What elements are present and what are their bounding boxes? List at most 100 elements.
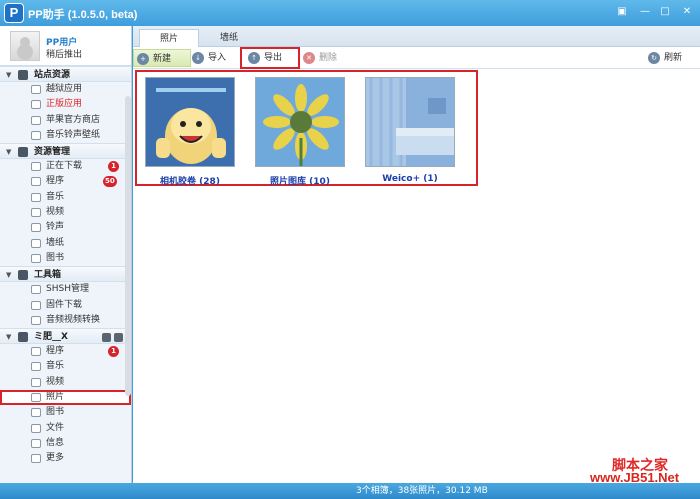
sidebar-item-music-ringtone-wallpaper[interactable]: 音乐铃声壁纸 bbox=[0, 128, 131, 143]
eject-icon[interactable] bbox=[114, 333, 123, 343]
more-icon bbox=[31, 454, 41, 464]
toolbox-icon bbox=[18, 270, 28, 281]
album-label: Weico+ (1) bbox=[382, 174, 438, 184]
tab-photos[interactable]: 照片 bbox=[139, 29, 199, 47]
image-icon bbox=[31, 238, 41, 248]
sidebar-item-music[interactable]: 音乐 bbox=[0, 190, 131, 205]
download-count-badge: 1 bbox=[108, 161, 119, 173]
sunflower-photo-icon bbox=[256, 78, 344, 166]
music-icon bbox=[31, 192, 41, 202]
sidebar-item-wallpapers[interactable]: 墙纸 bbox=[0, 236, 131, 251]
upload-icon bbox=[31, 285, 41, 295]
bell-icon bbox=[31, 223, 41, 233]
album-photo-library[interactable]: 照片图库 (10) bbox=[255, 77, 345, 187]
sidebar-item-av-convert[interactable]: 音频视频转换 bbox=[0, 313, 131, 328]
sidebar-item-video[interactable]: 视频 bbox=[0, 205, 131, 220]
avatar[interactable] bbox=[10, 31, 40, 61]
album-thumbnail[interactable] bbox=[255, 77, 345, 167]
sidebar: PP用户 稍后推出 ▼ 站点资源 越狱应用 正版应用 苹果官方商店 音乐铃声壁纸… bbox=[0, 26, 132, 496]
firmware-icon bbox=[31, 300, 41, 310]
album-thumbnail[interactable] bbox=[365, 77, 455, 167]
sidebar-item-device-messages[interactable]: 信息 bbox=[0, 436, 131, 451]
new-album-button[interactable]: + 新建 bbox=[133, 49, 191, 67]
download-icon bbox=[31, 162, 41, 172]
logout-link[interactable]: 稍后推出 bbox=[46, 47, 82, 60]
convert-icon bbox=[31, 315, 41, 325]
refresh-button[interactable]: ↻ 刷新 bbox=[645, 49, 682, 67]
sidebar-item-jailbreak-apps[interactable]: 越狱应用 bbox=[0, 82, 131, 97]
watermark-url: www.JB51.Net bbox=[590, 470, 680, 485]
delete-icon: ✕ bbox=[303, 52, 315, 64]
sidebar-item-device-photos[interactable]: 照片 bbox=[0, 390, 131, 406]
cartoon-photo-icon bbox=[146, 78, 234, 166]
sidebar-scrollbar[interactable] bbox=[125, 96, 131, 396]
album-camera-roll[interactable]: 相机胶卷 (28) bbox=[145, 77, 235, 187]
sidebar-item-genuine-apps[interactable]: 正版应用 bbox=[0, 97, 131, 112]
device-apps-badge: 1 bbox=[108, 346, 119, 358]
sidebar-item-device-music[interactable]: 音乐 bbox=[0, 359, 131, 374]
sidebar-item-device-more[interactable]: 更多 bbox=[0, 451, 131, 466]
chevron-down-icon: ▼ bbox=[6, 148, 12, 157]
music-icon bbox=[31, 130, 41, 140]
import-button[interactable]: ↓ 导入 bbox=[189, 49, 226, 67]
delete-button[interactable]: ✕ 删除 bbox=[300, 49, 337, 67]
album-thumbnail[interactable] bbox=[145, 77, 235, 167]
sidebar-item-device-files[interactable]: 文件 bbox=[0, 421, 131, 436]
toolbar: + 新建 ↓ 导入 ↑ 导出 ✕ 删除 ↻ 刷新 bbox=[133, 47, 700, 69]
sidebar-item-ringtones[interactable]: 铃声 bbox=[0, 220, 131, 235]
sidebar-item-shsh[interactable]: SHSH管理 bbox=[0, 282, 131, 297]
album-label: 照片图库 (10) bbox=[270, 177, 330, 187]
refresh-icon: ↻ bbox=[648, 52, 660, 64]
chevron-down-icon: ▼ bbox=[6, 71, 12, 79]
apps-grid-icon bbox=[31, 347, 41, 357]
album-weico[interactable]: Weico+ (1) bbox=[365, 77, 455, 184]
sidebar-item-apps[interactable]: 程序 50 bbox=[0, 174, 131, 189]
group-device[interactable]: ▼ ミ肥__X bbox=[0, 328, 131, 345]
app-logo-icon: P bbox=[4, 3, 24, 23]
maximize-button[interactable]: □ bbox=[658, 6, 672, 18]
sidebar-item-device-books[interactable]: 图书 bbox=[0, 405, 131, 420]
tab-strip: 照片 墙纸 bbox=[133, 26, 700, 47]
new-icon: + bbox=[137, 53, 149, 65]
battery-icon[interactable] bbox=[102, 333, 111, 343]
store-icon bbox=[31, 115, 41, 125]
monitor-icon bbox=[18, 147, 28, 158]
status-summary: 3个相簿，38张照片，30.12 MB bbox=[356, 486, 488, 496]
bedroom-photo-icon bbox=[366, 78, 454, 166]
title-bar: P PP助手 (1.0.5.0, beta) ▣ — □ ✕ bbox=[0, 0, 700, 26]
apps-grid-icon bbox=[31, 177, 41, 187]
sidebar-item-device-apps[interactable]: 程序 1 bbox=[0, 344, 131, 359]
sidebar-item-downloading[interactable]: 正在下载 1 bbox=[0, 159, 131, 174]
app-icon bbox=[31, 100, 41, 110]
sidebar-item-device-video[interactable]: 视频 bbox=[0, 375, 131, 390]
phone-icon bbox=[18, 332, 28, 343]
book-icon bbox=[31, 408, 41, 418]
sidebar-item-books[interactable]: 图书 bbox=[0, 251, 131, 266]
video-icon bbox=[31, 377, 41, 387]
skin-icon[interactable]: ▣ bbox=[615, 6, 629, 18]
photo-icon bbox=[31, 393, 41, 403]
app-title: PP助手 (1.0.5.0, beta) bbox=[28, 9, 138, 21]
tab-wallpapers[interactable]: 墙纸 bbox=[199, 29, 259, 47]
music-icon bbox=[31, 362, 41, 372]
sidebar-item-app-store[interactable]: 苹果官方商店 bbox=[0, 113, 131, 128]
album-label: 相机胶卷 (28) bbox=[160, 177, 220, 187]
group-toolbox[interactable]: ▼ 工具箱 bbox=[0, 266, 131, 283]
chevron-down-icon: ▼ bbox=[6, 271, 12, 280]
book-icon bbox=[31, 253, 41, 263]
album-grid: 相机胶卷 (28) 照片图库 (10) Weico+ (1) bbox=[135, 70, 478, 187]
sidebar-item-firmware[interactable]: 固件下载 bbox=[0, 298, 131, 313]
group-resource-management[interactable]: ▼ 资源管理 bbox=[0, 143, 131, 160]
main-panel: 照片 墙纸 + 新建 ↓ 导入 ↑ 导出 ✕ 删除 ↻ 刷新 相机胶卷 (28)… bbox=[133, 26, 700, 483]
export-highlight bbox=[240, 47, 300, 69]
video-icon bbox=[31, 208, 41, 218]
import-icon: ↓ bbox=[192, 52, 204, 64]
message-icon bbox=[31, 438, 41, 448]
close-button[interactable]: ✕ bbox=[680, 6, 694, 18]
minimize-button[interactable]: — bbox=[638, 6, 652, 18]
apps-count-badge: 50 bbox=[103, 176, 117, 188]
file-icon bbox=[31, 423, 41, 433]
status-bar: 3个相簿，38张照片，30.12 MB bbox=[0, 483, 700, 499]
app-icon bbox=[31, 85, 41, 94]
group-site-resources[interactable]: ▼ 站点资源 bbox=[0, 66, 131, 82]
